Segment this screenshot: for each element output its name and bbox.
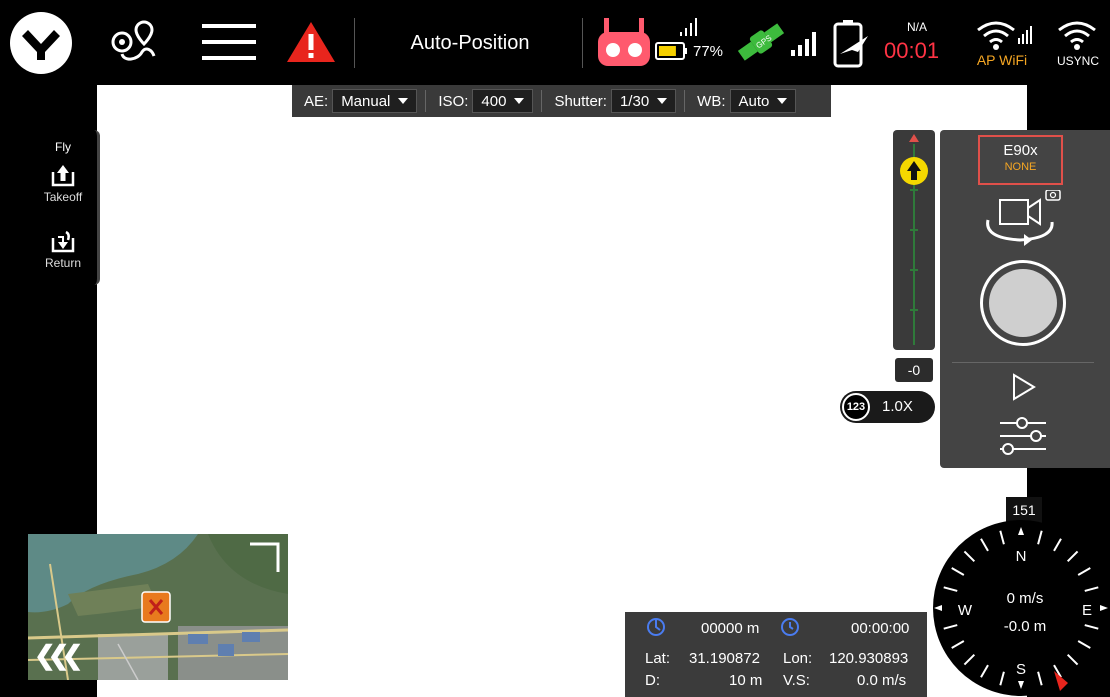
- camera-switch-icon: [986, 189, 1061, 246]
- ae-select[interactable]: Manual: [332, 89, 418, 113]
- play-icon: [1013, 373, 1036, 401]
- zoom-badge-icon: 123: [842, 393, 870, 421]
- remote-controller-icon[interactable]: [596, 18, 652, 68]
- divider: [952, 362, 1094, 363]
- shutter-label: Shutter:: [554, 92, 607, 110]
- gimbal-pitch-value: -0: [895, 358, 933, 382]
- camera-model-name: E90x: [1003, 142, 1038, 159]
- sliders-icon: [1000, 417, 1046, 455]
- minimap-expand-icon[interactable]: ❮❮❮: [34, 640, 83, 671]
- chevron-down-icon: [398, 98, 409, 104]
- flight-timer: 00:01: [884, 38, 940, 63]
- warning-icon[interactable]: [285, 18, 337, 66]
- flight-mode[interactable]: Auto-Position: [380, 32, 560, 55]
- lat-value: 31.190872: [689, 650, 760, 667]
- horizontal-speed: 0 m/s: [1006, 590, 1044, 607]
- takeoff-label: Takeoff: [43, 190, 83, 204]
- iso-value: 400: [481, 92, 507, 110]
- ap-wifi-icon[interactable]: [970, 18, 1040, 78]
- map-waypoint-icon[interactable]: [104, 16, 162, 68]
- return-home-button[interactable]: Return: [30, 228, 96, 272]
- top-status-bar: Auto-Position 77% GPS N/A 00:01 AP WiFi …: [0, 0, 1110, 85]
- elapsed-time: 00:00:00: [851, 620, 910, 637]
- telemetry-panel: 00000 m 00:00:00 Lat: 31.190872 Lon: 120…: [625, 612, 927, 697]
- lon-value: 120.930893: [829, 650, 909, 667]
- fly-panel: Fly Takeoff Return: [30, 130, 100, 285]
- telemetry-row: 00000 m 00:00:00: [625, 618, 927, 640]
- chevron-down-icon: [514, 98, 525, 104]
- divider: [354, 18, 355, 68]
- camera-model-button[interactable]: E90x NONE: [978, 135, 1063, 185]
- battery-icon: [655, 40, 689, 62]
- gps-signal-icon: [789, 30, 819, 58]
- zoom-control[interactable]: 123 1.0X: [840, 391, 935, 423]
- distance-icon: [645, 616, 667, 642]
- link-status: N/A: [906, 20, 927, 34]
- ae-value: Manual: [341, 92, 391, 110]
- battery-percent: 77%: [693, 43, 724, 60]
- return-home-icon: [51, 230, 75, 253]
- iso-select[interactable]: 400: [472, 89, 534, 113]
- divider: [582, 18, 583, 68]
- shutter-button-inner: [989, 269, 1057, 337]
- iso-label: ISO:: [438, 92, 469, 110]
- chevron-down-icon: [657, 98, 668, 104]
- compass-widget: N E S W: [932, 519, 1110, 697]
- lon-label: Lon:: [783, 650, 813, 667]
- shutter-select[interactable]: 1/30: [610, 89, 677, 113]
- camera-model-status: NONE: [1004, 161, 1037, 173]
- camera-control-panel: E90x NONE: [940, 130, 1110, 468]
- compass-north: N: [1016, 548, 1027, 565]
- fly-panel-title: Fly: [55, 140, 71, 154]
- telemetry-row: D: 10 m V.S: 0.0 m/s: [625, 672, 927, 694]
- shutter-button[interactable]: [980, 260, 1066, 346]
- app-logo-icon[interactable]: [10, 12, 72, 74]
- lat-label: Lat:: [645, 650, 671, 667]
- compass-south: S: [1016, 661, 1026, 678]
- compass-west: W: [958, 602, 973, 619]
- compass-east: E: [1082, 602, 1092, 619]
- return-label: Return: [44, 256, 82, 270]
- exposure-settings-bar: AE: Manual ISO: 400 Shutter: 1/30 WB: Au…: [292, 85, 831, 117]
- takeoff-icon: [51, 165, 75, 187]
- usync-wifi-icon[interactable]: [1050, 18, 1104, 78]
- camera-settings-button[interactable]: [998, 415, 1048, 457]
- tablet-battery-icon: [830, 18, 872, 70]
- switch-camera-mode-button[interactable]: [980, 189, 1062, 252]
- zoom-level: 1.0X: [882, 398, 913, 415]
- playback-button[interactable]: [1008, 372, 1038, 402]
- chevron-down-icon: [777, 98, 788, 104]
- menu-icon[interactable]: [200, 18, 258, 66]
- vertical-offset: -0.0 m: [1003, 618, 1047, 635]
- vs-value: 0.0 m/s: [857, 672, 907, 689]
- distance-value: 00000 m: [701, 620, 760, 637]
- ae-label: AE:: [304, 92, 329, 110]
- rc-signal-icon: [678, 16, 700, 38]
- gimbal-pitch-slider[interactable]: [893, 130, 935, 350]
- telemetry-row: Lat: 31.190872 Lon: 120.930893: [625, 650, 927, 672]
- wb-label: WB:: [697, 92, 726, 110]
- shutter-value: 1/30: [619, 92, 650, 110]
- d-label: D:: [645, 672, 660, 689]
- clock-icon: [779, 616, 801, 642]
- d-value: 10 m: [729, 672, 763, 689]
- ap-wifi-label: AP WiFi: [976, 52, 1028, 68]
- wb-value: Auto: [738, 92, 770, 110]
- takeoff-button[interactable]: Takeoff: [30, 162, 96, 206]
- wb-select[interactable]: Auto: [729, 89, 797, 113]
- gps-satellite-icon[interactable]: GPS: [735, 18, 787, 66]
- vs-label: V.S:: [783, 672, 810, 689]
- usync-label: USYNC: [1056, 54, 1099, 68]
